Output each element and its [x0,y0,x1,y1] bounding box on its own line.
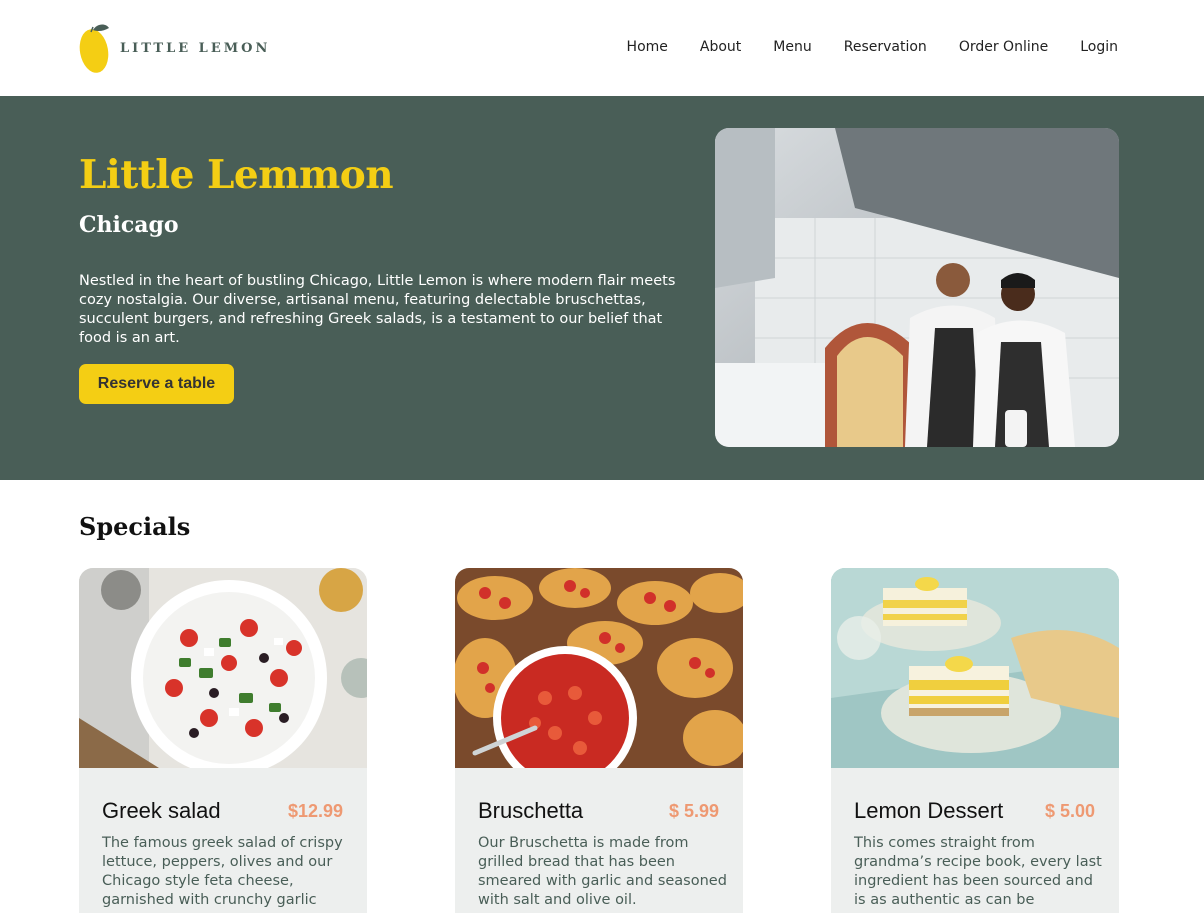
special-price: $ 5.99 [668,801,719,821]
specials-heading: Specials [79,512,191,541]
special-card-lemon-dessert[interactable]: Lemon Dessert $ 5.00 This comes straight… [831,568,1119,913]
nav-menu[interactable]: Menu [773,39,811,55]
greek-salad-image [79,568,367,776]
nav-about[interactable]: About [700,39,741,55]
special-name: Lemon Dessert [854,798,1004,823]
special-price: $12.99 [287,801,343,821]
logo[interactable]: LITTLE LEMON [79,22,270,74]
hero-chefs-image [715,128,1119,447]
hero-title: Little Lemmon [79,152,394,198]
lemon-logo-icon [79,24,109,73]
nav-order-online[interactable]: Order Online [959,39,1048,55]
special-name: Bruschetta [478,798,584,823]
nav-reservation[interactable]: Reservation [844,39,927,55]
hero-description: Nestled in the heart of bustling Chicago… [79,273,676,346]
main-nav: Home About Menu Reservation Order Online… [595,39,1118,55]
special-card-bruschetta[interactable]: Bruschetta $ 5.99 Our Bruschetta is made… [455,568,743,913]
hero-section: Little Lemmon Chicago Nestled in the hea… [0,96,1204,480]
special-price: $ 5.00 [1044,801,1095,821]
brand-name: LITTLE LEMON [120,40,271,56]
hero-subtitle: Chicago [79,212,179,238]
reserve-table-button[interactable]: Reserve a table [79,364,234,404]
bruschetta-image [455,568,743,790]
special-name: Greek salad [102,798,221,823]
lemon-dessert-image [831,568,1119,768]
nav-home[interactable]: Home [627,39,668,55]
nav-login[interactable]: Login [1080,39,1118,55]
special-description: Our Bruschetta is made from grilled brea… [478,835,727,908]
special-description: The famous greek salad of crispy lettuce… [102,835,343,908]
site-header: LITTLE LEMON Home About Menu Reservation… [0,0,1204,96]
special-card-greek-salad[interactable]: Greek salad $12.99 The famous greek sala… [79,568,367,913]
special-description: This comes straight from grandma’s recip… [854,835,1102,908]
